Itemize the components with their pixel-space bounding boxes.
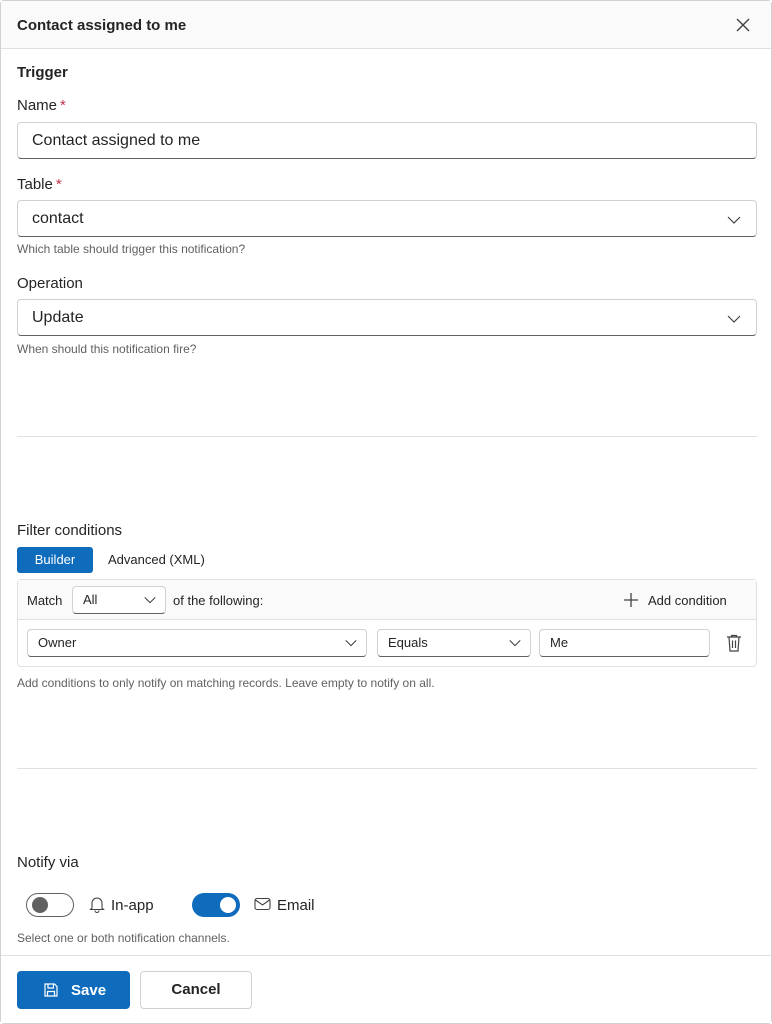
operation-label: Operation	[17, 275, 83, 292]
operation-select[interactable]: Update	[17, 299, 757, 336]
condition-value-input[interactable]: Me	[539, 629, 710, 657]
operation-hint: When should this notification fire?	[17, 342, 197, 356]
required-marker: *	[55, 176, 62, 193]
save-button[interactable]: Save	[17, 971, 130, 1009]
section-divider	[17, 436, 757, 437]
dialog-footer: Save Cancel	[1, 955, 771, 1023]
save-icon	[44, 983, 58, 997]
table-select[interactable]: contact	[17, 200, 757, 237]
tab-advanced-xml[interactable]: Advanced (XML)	[108, 547, 205, 573]
match-suffix: of the following:	[173, 593, 264, 608]
chevron-down-icon	[144, 597, 156, 604]
notify-hint: Select one or both notification channels…	[17, 931, 230, 945]
name-input[interactable]: Contact assigned to me	[17, 122, 757, 159]
cancel-button[interactable]: Cancel	[140, 971, 252, 1009]
trash-icon	[727, 634, 741, 652]
plus-icon	[624, 593, 638, 607]
close-icon	[736, 18, 750, 32]
match-label: Match	[27, 593, 63, 608]
filter-hint: Add conditions to only notify on matchin…	[17, 676, 435, 690]
name-label: Name *	[17, 97, 66, 114]
chevron-down-icon	[345, 640, 357, 647]
builder-header: Match All of the following: Add conditio…	[18, 580, 756, 620]
notification-dialog: Contact assigned to me Trigger Name * Con…	[0, 0, 772, 1024]
table-hint: Which table should trigger this notifica…	[17, 242, 246, 256]
close-button[interactable]	[731, 13, 755, 37]
mail-icon	[254, 897, 271, 911]
chevron-down-icon	[727, 216, 741, 224]
match-select-value: All	[83, 592, 98, 607]
section-divider	[17, 768, 757, 769]
chevron-down-icon	[727, 315, 741, 323]
bell-icon	[89, 897, 105, 913]
table-label-text: Table	[17, 176, 53, 193]
tab-builder[interactable]: Builder	[17, 547, 93, 573]
email-label: Email	[277, 897, 315, 914]
condition-field-select[interactable]: Owner	[27, 629, 367, 657]
save-label: Save	[71, 982, 107, 999]
dialog-header: Contact assigned to me	[1, 1, 771, 49]
condition-row: Owner Equals Me	[18, 620, 756, 666]
in-app-label: In-app	[111, 897, 154, 914]
trigger-section-title: Trigger	[17, 64, 68, 81]
dialog-title: Contact assigned to me	[17, 17, 187, 34]
table-select-value: contact	[32, 210, 84, 227]
toggle-knob	[220, 897, 236, 913]
filter-section-title: Filter conditions	[17, 522, 123, 539]
operation-select-value: Update	[32, 309, 84, 326]
condition-operator-value: Equals	[388, 635, 428, 650]
name-label-text: Name	[17, 97, 58, 114]
table-label: Table *	[17, 176, 62, 193]
chevron-down-icon	[509, 640, 521, 647]
name-input-value: Contact assigned to me	[32, 132, 201, 149]
email-toggle[interactable]	[192, 893, 240, 917]
condition-operator-select[interactable]: Equals	[377, 629, 531, 657]
required-marker: *	[60, 97, 66, 114]
condition-builder: Match All of the following: Add conditio…	[17, 579, 757, 667]
toggle-knob	[32, 897, 48, 913]
delete-condition-button[interactable]	[722, 631, 746, 655]
condition-value-text: Me	[550, 635, 569, 650]
match-select[interactable]: All	[72, 586, 166, 614]
condition-field-value: Owner	[38, 635, 77, 650]
add-condition-label: Add condition	[648, 593, 727, 608]
in-app-toggle[interactable]	[26, 893, 74, 917]
notify-section-title: Notify via	[17, 854, 79, 871]
